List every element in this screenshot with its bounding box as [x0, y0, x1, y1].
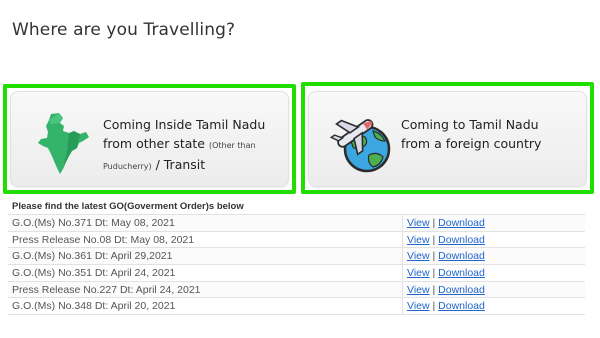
link-separator: |	[432, 233, 436, 246]
order-actions: View | Download	[402, 264, 585, 282]
order-actions: View | Download	[402, 297, 585, 316]
order-actions: View | Download	[402, 280, 585, 298]
table-row: G.O.(Ms) No.371 Dt: May 08, 2021 View | D…	[8, 214, 585, 232]
view-link[interactable]: View	[407, 300, 430, 312]
airplane-globe-icon	[329, 111, 395, 173]
card-foreign-line1: Coming to Tamil Nadu	[401, 117, 539, 132]
view-link[interactable]: View	[407, 234, 430, 246]
link-separator: |	[432, 283, 436, 296]
card-inside-line1: Coming Inside Tamil Nadu	[103, 117, 266, 132]
card-coming-inside-tamil-nadu[interactable]: Coming Inside Tamil Nadu from other stat…	[10, 91, 289, 187]
india-map-icon	[33, 112, 93, 176]
card-inside-note1: (Other than	[209, 141, 256, 150]
order-title: G.O.(Ms) No.371 Dt: May 08, 2021	[8, 214, 403, 232]
card-inside-line3: / Transit	[155, 157, 206, 172]
download-link[interactable]: Download	[438, 217, 485, 229]
download-link[interactable]: Download	[438, 250, 485, 262]
order-title: G.O.(Ms) No.361 Dt: April 29,2021	[8, 247, 403, 265]
download-link[interactable]: Download	[438, 234, 485, 246]
download-link[interactable]: Download	[438, 267, 485, 279]
link-separator: |	[432, 216, 436, 229]
download-link[interactable]: Download	[438, 284, 485, 296]
page-title: Where are you Travelling?	[12, 20, 236, 40]
table-row: G.O.(Ms) No.348 Dt: April 20, 2021 View |…	[8, 297, 585, 316]
order-title: G.O.(Ms) No.348 Dt: April 20, 2021	[8, 297, 403, 316]
link-separator: |	[432, 266, 436, 279]
view-link[interactable]: View	[407, 267, 430, 279]
order-actions: View | Download	[402, 214, 585, 232]
order-actions: View | Download	[402, 247, 585, 265]
link-separator: |	[432, 250, 436, 263]
order-title: G.O.(Ms) No.351 Dt: April 24, 2021	[8, 264, 403, 282]
view-link[interactable]: View	[407, 217, 430, 229]
order-title: Press Release No.08 Dt: May 08, 2021	[8, 230, 403, 248]
table-row: G.O.(Ms) No.351 Dt: April 24, 2021 View |…	[8, 264, 585, 282]
card-foreign-line2: from a foreign country	[401, 136, 542, 151]
link-separator: |	[432, 300, 436, 313]
view-link[interactable]: View	[407, 284, 430, 296]
table-row: Press Release No.08 Dt: May 08, 2021 View…	[8, 230, 585, 248]
go-orders-heading: Please find the latest GO(Goverment Orde…	[12, 201, 244, 212]
table-row: Press Release No.227 Dt: April 24, 2021 V…	[8, 280, 585, 298]
go-orders-table: G.O.(Ms) No.371 Dt: May 08, 2021 View | D…	[8, 214, 585, 316]
order-title: Press Release No.227 Dt: April 24, 2021	[8, 280, 403, 298]
card-coming-from-foreign-country[interactable]: Coming to Tamil Nadu from a foreign coun…	[308, 91, 587, 187]
view-link[interactable]: View	[407, 250, 430, 262]
table-row: G.O.(Ms) No.361 Dt: April 29,2021 View | …	[8, 247, 585, 265]
card-inside-note2: Puducherry)	[103, 162, 152, 171]
order-actions: View | Download	[402, 230, 585, 248]
download-link[interactable]: Download	[438, 300, 485, 312]
card-inside-line2: from other state	[103, 136, 206, 151]
